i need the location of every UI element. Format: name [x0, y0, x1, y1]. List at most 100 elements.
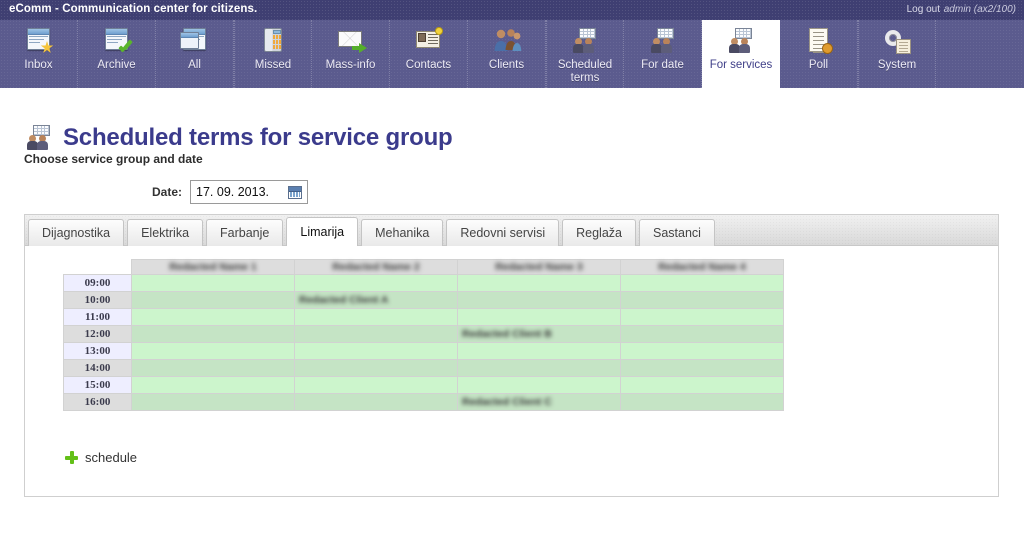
schedule-slot[interactable] [457, 342, 621, 360]
date-input-value: 17. 09. 2013. [196, 185, 269, 199]
tab-farbanje[interactable]: Farbanje [206, 219, 284, 246]
archive-window-check-icon [102, 27, 132, 55]
table-row: 11:00 [63, 308, 784, 326]
tab-redovni-servisi[interactable]: Redovni servisi [446, 219, 560, 246]
redacted-column-name: Redacted Name 1 [169, 261, 257, 273]
schedule-slot[interactable] [131, 308, 295, 326]
nav-label: Inbox [24, 59, 53, 71]
nav-item-contacts[interactable]: Contacts [390, 20, 468, 88]
schedule-corner-cell [63, 259, 132, 275]
schedule-slot[interactable] [294, 359, 458, 377]
all-windows-icon [179, 27, 210, 55]
nav-label: System [877, 59, 917, 71]
poll-document-coin-icon [804, 27, 834, 55]
tab-reglaza[interactable]: Reglaža [562, 219, 636, 246]
date-input[interactable]: 17. 09. 2013. [190, 180, 309, 204]
schedule-column-header: Redacted Name 1 [131, 259, 295, 275]
schedule-slot[interactable] [294, 376, 458, 394]
schedule-slot[interactable] [131, 342, 295, 360]
schedule-slot[interactable] [620, 393, 784, 411]
table-row: 16:00 Redacted Client C [63, 393, 784, 411]
schedule-slot[interactable] [131, 325, 295, 343]
add-schedule-link[interactable]: schedule [65, 450, 137, 465]
nav-item-system[interactable]: System [858, 20, 936, 88]
nav-item-poll[interactable]: Poll [780, 20, 858, 88]
redacted-appointment-name: Redacted Client B [462, 328, 552, 340]
for-date-calendar-people-icon [648, 27, 678, 55]
schedule-slot[interactable] [294, 342, 458, 360]
time-label: 09:00 [63, 274, 132, 292]
nav-item-missed[interactable]: Missed [234, 20, 312, 88]
schedule-slot[interactable] [294, 274, 458, 292]
redacted-appointment-name: Redacted Client C [462, 396, 552, 408]
schedule-column-header: Redacted Name 2 [294, 259, 458, 275]
tab-dijagnostika[interactable]: Dijagnostika [28, 219, 125, 246]
schedule-slot[interactable] [457, 291, 621, 309]
nav-label: Scheduled terms [557, 59, 613, 84]
redacted-column-name: Redacted Name 2 [332, 261, 420, 273]
nav-item-for-date[interactable]: For date [624, 20, 702, 88]
scheduled-terms-calendar-people-icon [570, 27, 600, 55]
main-navigation: Inbox Archive All Missed Mass-info Conta… [0, 20, 1024, 88]
calendar-picker-icon[interactable] [288, 185, 303, 199]
missed-phone-icon [258, 27, 288, 55]
time-label: 12:00 [63, 325, 132, 343]
schedule-slot-booked[interactable]: Redacted Client B [457, 325, 621, 343]
schedule-slot[interactable] [131, 376, 295, 394]
schedule-slot[interactable] [457, 376, 621, 394]
nav-item-scheduled-terms[interactable]: Scheduled terms [546, 20, 624, 88]
nav-item-all[interactable]: All [156, 20, 234, 88]
nav-item-for-services[interactable]: For services [702, 20, 780, 88]
title-bar: eComm - Communication center for citizen… [0, 0, 1024, 20]
schedule-slot[interactable] [620, 308, 784, 326]
schedule-slot[interactable] [620, 376, 784, 394]
time-label: 13:00 [63, 342, 132, 360]
page-body: Scheduled terms for service group Choose… [0, 88, 1024, 540]
schedule-slot[interactable] [131, 274, 295, 292]
tab-elektrika[interactable]: Elektrika [127, 219, 204, 246]
schedule-slot[interactable] [620, 291, 784, 309]
time-label: 10:00 [63, 291, 132, 309]
service-group-panel: Dijagnostika Elektrika Farbanje Limarija… [24, 214, 999, 497]
nav-item-inbox[interactable]: Inbox [0, 20, 78, 88]
calendar-people-icon [24, 124, 54, 152]
schedule-slot[interactable] [294, 308, 458, 326]
redacted-column-name: Redacted Name 3 [495, 261, 583, 273]
nav-item-clients[interactable]: Clients [468, 20, 546, 88]
page-subtitle: Choose service group and date [24, 152, 203, 166]
redacted-appointment-name: Redacted Client A [299, 294, 389, 306]
schedule-slot[interactable] [620, 274, 784, 292]
tab-sastanci[interactable]: Sastanci [638, 219, 715, 246]
inbox-window-star-icon [24, 27, 54, 55]
schedule-slot-booked[interactable]: Redacted Client A [294, 291, 458, 309]
nav-label: Archive [97, 59, 136, 71]
schedule-slot[interactable] [620, 325, 784, 343]
schedule-slot[interactable] [620, 359, 784, 377]
schedule-table: Redacted Name 1 Redacted Name 2 Redacted… [63, 259, 784, 411]
logout-link[interactable]: Log out [907, 4, 940, 15]
time-label: 16:00 [63, 393, 132, 411]
tab-limarija[interactable]: Limarija [286, 217, 359, 246]
schedule-slot[interactable] [131, 359, 295, 377]
schedule-slot[interactable] [457, 274, 621, 292]
schedule-slot[interactable] [620, 342, 784, 360]
contacts-card-icon [414, 27, 444, 55]
schedule-slot-booked[interactable]: Redacted Client C [457, 393, 621, 411]
schedule-slot[interactable] [294, 393, 458, 411]
schedule-slot[interactable] [131, 393, 295, 411]
time-label: 14:00 [63, 359, 132, 377]
nav-label: Clients [488, 59, 525, 71]
schedule-slot[interactable] [131, 291, 295, 309]
schedule-slot[interactable] [457, 308, 621, 326]
tab-mehanika[interactable]: Mehanika [361, 219, 444, 246]
table-row: 09:00 [63, 274, 784, 292]
redacted-column-name: Redacted Name 4 [658, 261, 746, 273]
schedule-slot[interactable] [457, 359, 621, 377]
time-label: 15:00 [63, 376, 132, 394]
page-title: Scheduled terms for service group [63, 124, 453, 152]
time-label: 11:00 [63, 308, 132, 326]
schedule-slot[interactable] [294, 325, 458, 343]
nav-item-mass-info[interactable]: Mass-info [312, 20, 390, 88]
nav-item-archive[interactable]: Archive [78, 20, 156, 88]
app-title: eComm - Communication center for citizen… [9, 3, 258, 15]
